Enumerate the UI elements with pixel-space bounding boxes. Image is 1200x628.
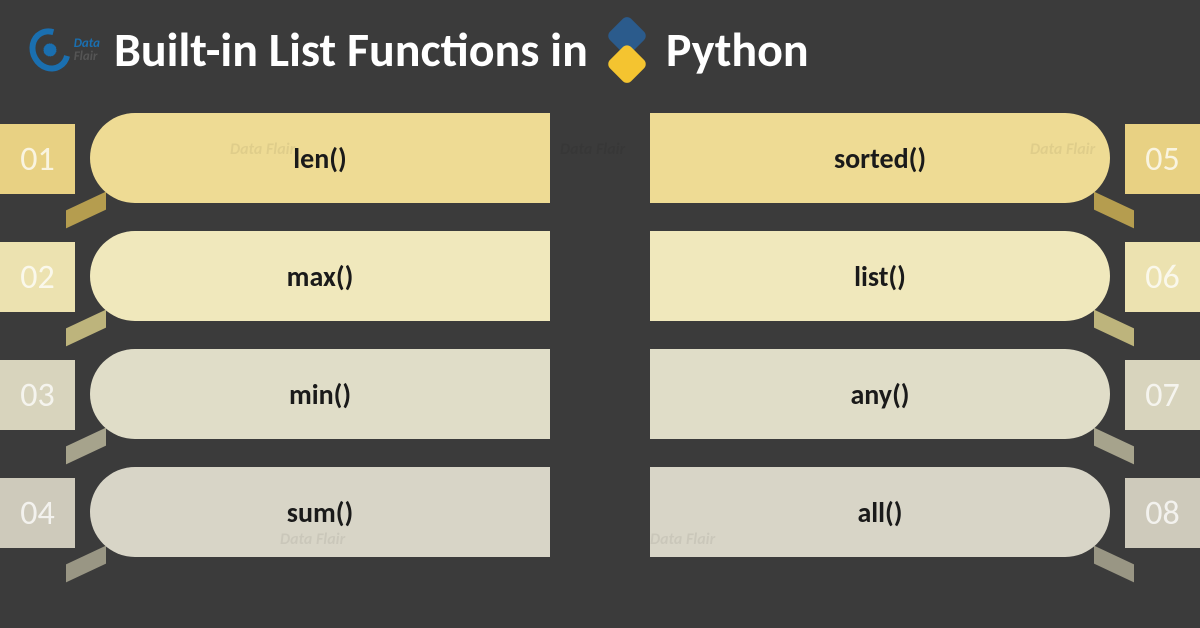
ribbon-fold [66, 310, 106, 347]
header: Data Flair Built-in List Functions in Py… [0, 0, 1200, 89]
number-tab: 03 [0, 360, 75, 430]
page-title-part2: Python [666, 20, 809, 79]
function-pill: len() [90, 113, 550, 203]
function-item-04: 04 sum() [0, 463, 580, 563]
page-title-part1: Built-in List Functions in [114, 20, 588, 79]
function-pill: any() [650, 349, 1110, 439]
python-logo-icon [591, 14, 662, 85]
number-tab: 06 [1125, 242, 1200, 312]
function-pill: sum() [90, 467, 550, 557]
ribbon-fold [1094, 192, 1134, 229]
number-tab: 04 [0, 478, 75, 548]
function-item-05: 05 sorted() [620, 109, 1200, 209]
functions-grid: 01 len() 05 sorted() 02 max() 06 list() … [0, 89, 1200, 583]
function-pill: all() [650, 467, 1110, 557]
function-item-02: 02 max() [0, 227, 580, 327]
ribbon-fold [66, 192, 106, 229]
function-pill: min() [90, 349, 550, 439]
function-item-07: 07 any() [620, 345, 1200, 445]
number-tab: 02 [0, 242, 75, 312]
dataflair-logo: Data Flair [30, 25, 100, 75]
logo-text-line1: Data [74, 37, 100, 50]
number-tab: 01 [0, 124, 75, 194]
function-item-03: 03 min() [0, 345, 580, 445]
function-item-06: 06 list() [620, 227, 1200, 327]
number-tab: 05 [1125, 124, 1200, 194]
function-pill: max() [90, 231, 550, 321]
logo-text: Data Flair [74, 37, 100, 63]
function-pill: sorted() [650, 113, 1110, 203]
ribbon-fold [1094, 310, 1134, 347]
logo-swirl-icon [22, 21, 78, 79]
function-item-01: 01 len() [0, 109, 580, 209]
ribbon-fold [66, 546, 106, 583]
ribbon-fold [1094, 428, 1134, 465]
number-tab: 07 [1125, 360, 1200, 430]
function-item-08: 08 all() [620, 463, 1200, 563]
function-pill: list() [650, 231, 1110, 321]
logo-text-line2: Flair [74, 50, 100, 63]
ribbon-fold [66, 428, 106, 465]
number-tab: 08 [1125, 478, 1200, 548]
ribbon-fold [1094, 546, 1134, 583]
